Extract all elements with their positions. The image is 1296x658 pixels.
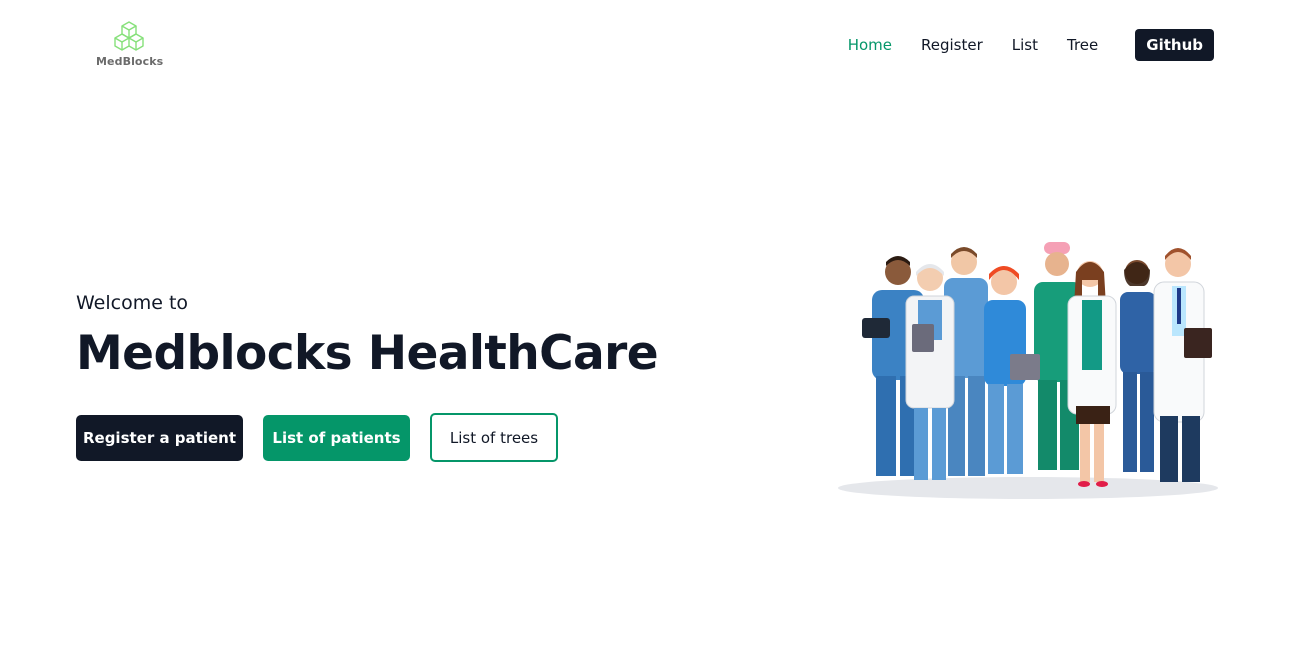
- main-nav: Home Register List Tree Github: [848, 29, 1214, 61]
- nav-home-link[interactable]: Home: [848, 29, 892, 61]
- doctor-figure: [1120, 260, 1156, 472]
- github-button[interactable]: Github: [1135, 29, 1214, 61]
- medical-team-illustration: [838, 242, 1218, 499]
- list-patients-button[interactable]: List of patients: [263, 414, 410, 461]
- nav-register-link[interactable]: Register: [921, 29, 983, 61]
- brand-logo[interactable]: MedBlocks: [96, 20, 164, 70]
- doctor-figure: [1153, 248, 1212, 482]
- hero-actions: Register a patient List of patients List…: [76, 413, 558, 462]
- doctor-figure: [984, 266, 1040, 474]
- site-header: MedBlocks Home Register List Tree Github: [0, 0, 1296, 92]
- cubes-icon: [114, 21, 144, 51]
- page-title: Medblocks HealthCare: [76, 326, 659, 381]
- nav-list-link[interactable]: List: [1012, 29, 1038, 61]
- register-patient-button[interactable]: Register a patient: [76, 414, 243, 461]
- nav-tree-link[interactable]: Tree: [1067, 29, 1098, 61]
- list-trees-button[interactable]: List of trees: [430, 413, 558, 462]
- welcome-text: Welcome to: [76, 292, 189, 314]
- brand-name: MedBlocks: [96, 55, 164, 68]
